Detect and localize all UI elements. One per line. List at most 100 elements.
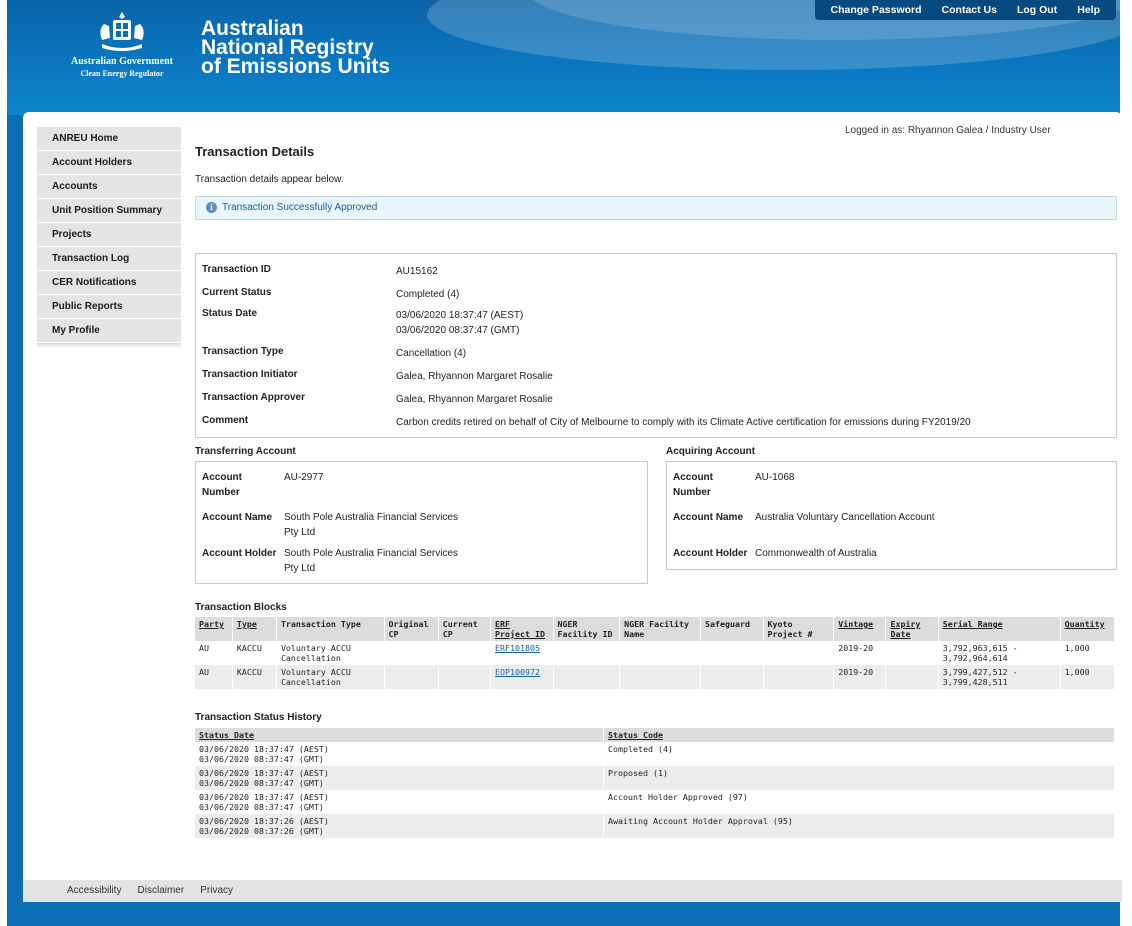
column-header-current-cp: Current CP: [438, 617, 492, 641]
detail-label: Transaction ID: [202, 264, 271, 275]
cell-original-cp: [384, 665, 439, 689]
sidebar-nav: ANREU Home Account Holders Accounts Unit…: [37, 127, 181, 348]
column-header-safeguard: Safeguard: [700, 617, 764, 641]
column-header-kyoto-project: Kyoto Project #: [763, 617, 835, 641]
cell-vintage: 2019-20: [833, 665, 887, 689]
cell-quantity: 1,000: [1060, 641, 1116, 665]
detail-label: Transaction Initiator: [202, 369, 298, 380]
privacy-link[interactable]: Privacy: [200, 885, 233, 896]
cell-kyoto-project: [763, 641, 835, 665]
column-header-transaction-type: Transaction Type: [276, 617, 385, 641]
cell-status-code: Awaiting Account Holder Approval (95): [603, 814, 1115, 838]
cell-current-cp: [438, 665, 492, 689]
cell-status-code: Proposed (1): [603, 766, 1115, 790]
detail-value: AU15162: [396, 266, 438, 277]
transaction-details-panel: Transaction ID AU15162 Current Status Co…: [195, 253, 1117, 438]
change-password-link[interactable]: Change Password: [821, 0, 932, 20]
log-out-link[interactable]: Log Out: [1007, 0, 1067, 20]
detail-value: Cancellation (4): [396, 348, 467, 359]
sidebar-item-transaction-log[interactable]: Transaction Log: [37, 247, 181, 271]
account-holder-label: Account Holder: [202, 548, 277, 559]
crest-government-label: Australian Government: [71, 56, 173, 67]
status-date-gmt: 03/06/2020 08:37:47 (GMT): [396, 325, 520, 336]
sidebar-item-cer-notifications[interactable]: CER Notifications: [37, 271, 181, 295]
accessibility-link[interactable]: Accessibility: [67, 885, 121, 896]
acquiring-account-title: Acquiring Account: [666, 446, 756, 457]
column-header-vintage[interactable]: Vintage: [833, 617, 887, 641]
table-row: 03/06/2020 18:37:47 (AEST) 03/06/2020 08:…: [195, 742, 1115, 766]
column-header-original-cp: Original CP: [384, 617, 439, 641]
disclaimer-link[interactable]: Disclaimer: [138, 885, 185, 896]
account-number-value: AU-1068: [755, 472, 795, 483]
account-number-value: AU-2977: [284, 472, 324, 483]
cell-quantity: 1,000: [1060, 665, 1116, 689]
detail-value: Galea, Rhyannon Margaret Rosalie: [396, 371, 553, 382]
column-header-nger-facility-name: NGER Facility Name: [619, 617, 702, 641]
sidebar-item-unit-position-summary[interactable]: Unit Position Summary: [37, 199, 181, 223]
brand-line-3: of Emissions Units: [201, 55, 391, 78]
main-content: ANREU Home Account Holders Accounts Unit…: [23, 112, 1122, 880]
cell-status-date: 03/06/2020 18:37:47 (AEST) 03/06/2020 08:…: [195, 790, 604, 814]
column-header-serial-range[interactable]: Serial Range: [938, 617, 1061, 641]
sidebar-item-account-holders[interactable]: Account Holders: [37, 151, 181, 175]
sidebar-item-projects[interactable]: Projects: [37, 223, 181, 247]
account-name-value: South Pole Australia Financial Services …: [284, 512, 458, 538]
transaction-blocks-table: Party Type Transaction Type Original CP …: [195, 617, 1116, 689]
cell-party: AU: [195, 641, 233, 665]
table-row: AU KACCU Voluntary ACCU Cancellation ERF…: [195, 641, 1116, 665]
detail-value: Carbon credits retired on behalf of City…: [396, 417, 971, 428]
column-header-type[interactable]: Type: [232, 617, 277, 641]
status-history-title: Transaction Status History: [195, 712, 322, 723]
cell-kyoto-project: [763, 665, 835, 689]
account-holder-label: Account Holder: [673, 548, 748, 559]
contact-us-link[interactable]: Contact Us: [932, 0, 1007, 20]
cell-expiry-date: [885, 641, 939, 665]
table-row: 03/06/2020 18:37:26 (AEST) 03/06/2020 08:…: [195, 814, 1115, 838]
table-header-row: Status Date Status Code: [195, 728, 1115, 742]
erf-project-link[interactable]: EOP100972: [495, 667, 540, 677]
column-header-party[interactable]: Party: [195, 617, 233, 641]
transferring-account-title: Transferring Account: [195, 446, 296, 457]
cell-nger-facility-id: [553, 665, 621, 689]
cell-safeguard: [700, 641, 764, 665]
cell-vintage: 2019-20: [833, 641, 887, 665]
sidebar-item-anreu-home[interactable]: ANREU Home: [37, 127, 181, 151]
column-header-quantity[interactable]: Quantity: [1060, 617, 1116, 641]
transaction-blocks-title: Transaction Blocks: [195, 602, 287, 613]
column-header-expiry-date[interactable]: Expiry Date: [885, 617, 939, 641]
account-name-value: Australia Voluntary Cancellation Account: [755, 512, 935, 523]
column-header-status-date[interactable]: Status Date: [195, 728, 604, 742]
account-holder-value: Commonwealth of Australia: [755, 548, 877, 559]
cell-status-date: 03/06/2020 18:37:47 (AEST) 03/06/2020 08:…: [195, 766, 604, 790]
cell-safeguard: [700, 665, 764, 689]
top-navigation: Change Password Contact Us Log Out Help: [814, 0, 1116, 20]
cell-type: KACCU: [232, 665, 277, 689]
cell-current-cp: [438, 641, 492, 665]
detail-label: Transaction Approver: [202, 392, 305, 403]
info-icon: i: [206, 202, 217, 213]
cell-status-date: 03/06/2020 18:37:26 (AEST) 03/06/2020 08:…: [195, 814, 604, 838]
erf-project-link[interactable]: ERF101805: [495, 643, 540, 653]
help-link[interactable]: Help: [1067, 0, 1110, 20]
site-footer: Accessibility Disclaimer Privacy: [23, 880, 1122, 902]
government-crest-logo[interactable]: Australian Government Clean Energy Regul…: [62, 10, 182, 78]
cell-party: AU: [195, 665, 233, 689]
account-number-label: Account Number: [202, 472, 242, 498]
logged-in-user: Logged in as: Rhyannon Galea / Industry …: [845, 125, 1051, 136]
account-number-label: Account Number: [673, 472, 713, 498]
sidebar-item-public-reports[interactable]: Public Reports: [37, 295, 181, 319]
cell-type: KACCU: [232, 641, 277, 665]
crest-regulator-label: Clean Energy Regulator: [80, 69, 164, 78]
column-header-erf-project-id[interactable]: ERF Project ID: [490, 617, 554, 641]
sidebar-item-my-profile[interactable]: My Profile: [37, 319, 181, 343]
cell-status-code: Account Holder Approved (97): [603, 790, 1115, 814]
column-header-status-code[interactable]: Status Code: [603, 728, 1115, 742]
site-brand-title[interactable]: Australian National Registry of Emission…: [201, 18, 391, 78]
status-history-table: Status Date Status Code 03/06/2020 18:37…: [195, 728, 1115, 838]
page-title: Transaction Details: [195, 144, 315, 159]
detail-value: Completed (4): [396, 289, 460, 300]
sidebar-item-accounts[interactable]: Accounts: [37, 175, 181, 199]
status-date-aest: 03/06/2020 18:37:47 (AEST): [396, 310, 524, 321]
detail-label: Comment: [202, 415, 249, 426]
cell-nger-facility-name: [619, 641, 702, 665]
